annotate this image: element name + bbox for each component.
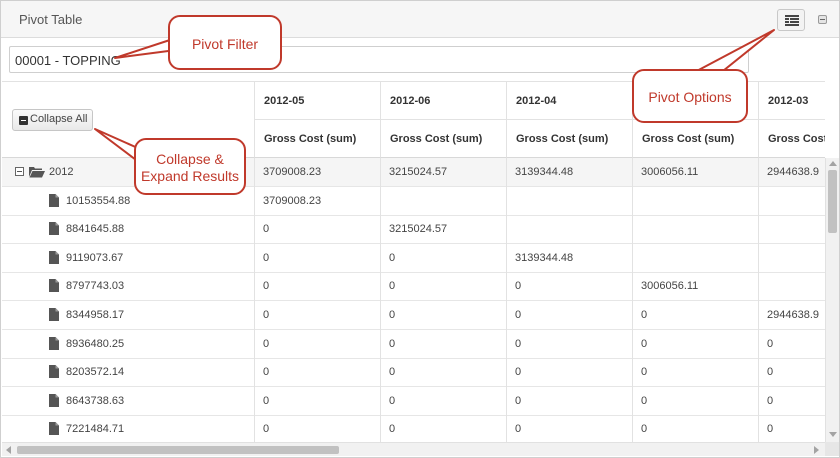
- callout-collapse-expand: Collapse & Expand Results: [134, 138, 246, 195]
- callout-collapse-line1: Collapse &: [156, 151, 224, 167]
- callout-pivot-filter-text: Pivot Filter: [191, 36, 259, 52]
- callout-pivot-options: Pivot Options: [632, 69, 748, 123]
- pivot-filter-pointer: [114, 37, 177, 59]
- callout-pivot-options-text: Pivot Options: [648, 89, 732, 105]
- callout-pivot-filter: Pivot Filter: [168, 15, 282, 70]
- callout-collapse-line2: Expand Results: [140, 168, 240, 184]
